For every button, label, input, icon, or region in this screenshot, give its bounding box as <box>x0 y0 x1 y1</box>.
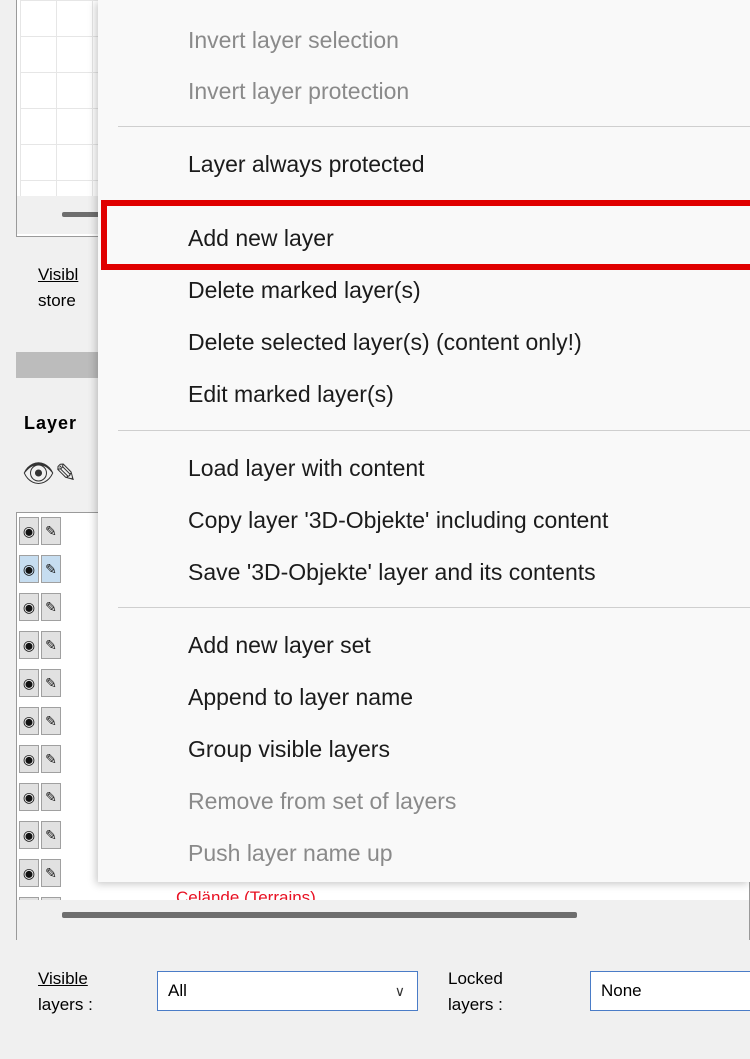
eye-icon[interactable]: ◉ <box>19 745 39 773</box>
locked-layers-value: None <box>601 981 642 1000</box>
eye-icon[interactable]: ◉ <box>19 859 39 887</box>
menu-item-copy-layer[interactable]: Copy layer '3D-Objekte' including conten… <box>188 505 608 535</box>
pencil-icon[interactable]: ✎ <box>41 593 61 621</box>
menu-item-load-layer[interactable]: Load layer with content <box>188 453 425 483</box>
eye-icon[interactable]: ◉ <box>19 631 39 659</box>
menu-item-delete-marked[interactable]: Delete marked layer(s) <box>188 275 421 305</box>
table-row[interactable]: ◉✎ <box>19 629 63 659</box>
table-row[interactable]: ◉✎ <box>19 591 63 621</box>
pencil-icon[interactable]: ✎ <box>41 821 61 849</box>
highlight-box <box>101 200 750 270</box>
visible-label-line1: Visible <box>38 969 88 988</box>
pencil-icon[interactable]: ✎ <box>41 859 61 887</box>
table-row[interactable]: ◉✎ <box>19 743 63 773</box>
menu-item-group-visible[interactable]: Group visible layers <box>188 734 390 764</box>
visible-top-line1: Visibl <box>38 265 79 284</box>
menu-item-delete-selected-content[interactable]: Delete selected layer(s) (content only!) <box>188 327 582 357</box>
pencil-icon[interactable]: ✎ <box>41 783 61 811</box>
locked-layers-label: Locked layers : <box>448 966 503 1018</box>
menu-item-save-layer[interactable]: Save '3D-Objekte' layer and its contents <box>188 557 596 587</box>
table-row[interactable]: ◉✎ <box>19 781 63 811</box>
locked-layers-select[interactable]: None <box>590 971 750 1011</box>
table-row[interactable]: ◉✎ <box>19 819 63 849</box>
table-row[interactable]: ◉✎ <box>19 705 63 735</box>
menu-item-remove-from-set[interactable]: Remove from set of layers <box>188 786 456 816</box>
eye-icon[interactable]: ◉ <box>19 517 39 545</box>
eye-icon[interactable]: ◉ <box>19 593 39 621</box>
pencil-icon[interactable]: ✎ <box>41 745 61 773</box>
eye-icon[interactable]: ◉ <box>19 821 39 849</box>
menu-separator <box>118 126 750 127</box>
pencil-icon[interactable]: ✎ <box>41 669 61 697</box>
visible-stored-label: Visibl store <box>38 262 78 314</box>
eye-icon[interactable]: ◉ <box>19 783 39 811</box>
eye-icon[interactable]: ◉ <box>19 555 39 583</box>
eye-icon[interactable]: ◉ <box>19 669 39 697</box>
pencil-icon[interactable]: ✎ <box>41 555 61 583</box>
menu-item-invert-selection[interactable]: Invert layer selection <box>188 25 399 55</box>
visible-top-line2: store <box>38 291 76 310</box>
eye-stack-icon[interactable]: 👁 <box>22 458 55 488</box>
pencil-stack-icon[interactable]: ✎ <box>55 458 77 488</box>
layer-tool-icons[interactable]: 👁✎ <box>22 458 77 489</box>
list-horizontal-scrollbar[interactable] <box>17 900 749 940</box>
chevron-down-icon[interactable]: ∨ <box>395 972 405 1010</box>
menu-item-push-name-up[interactable]: Push layer name up <box>188 838 393 868</box>
menu-item-add-layer-set[interactable]: Add new layer set <box>188 630 371 660</box>
menu-item-invert-protection[interactable]: Invert layer protection <box>188 76 409 106</box>
context-menu: Invert layer selection Invert layer prot… <box>98 0 750 882</box>
layers-heading: Layer <box>24 413 78 433</box>
eye-icon[interactable]: ◉ <box>19 707 39 735</box>
visible-layers-select[interactable]: All ∨ <box>157 971 418 1011</box>
menu-item-layer-always-protected[interactable]: Layer always protected <box>188 149 425 179</box>
menu-item-edit-marked[interactable]: Edit marked layer(s) <box>188 379 394 409</box>
menu-separator <box>118 607 750 608</box>
pencil-icon[interactable]: ✎ <box>41 517 61 545</box>
pencil-icon[interactable]: ✎ <box>41 707 61 735</box>
menu-separator <box>118 430 750 431</box>
visible-label-line2: layers : <box>38 995 93 1014</box>
locked-label-line2: layers : <box>448 995 503 1014</box>
list-scrollbar-thumb[interactable] <box>62 912 577 918</box>
visible-layers-label: Visible layers : <box>38 966 93 1018</box>
pencil-icon[interactable]: ✎ <box>41 631 61 659</box>
table-row[interactable]: ◉✎ <box>19 667 63 697</box>
table-row[interactable]: ◉✎ <box>19 553 63 583</box>
menu-item-append-name[interactable]: Append to layer name <box>188 682 413 712</box>
table-row[interactable]: ◉✎ <box>19 515 63 545</box>
table-row[interactable]: ◉✎ <box>19 857 63 887</box>
preview-grid <box>20 0 100 200</box>
locked-label-line1: Locked <box>448 969 503 988</box>
visible-layers-value: All <box>168 981 187 1000</box>
